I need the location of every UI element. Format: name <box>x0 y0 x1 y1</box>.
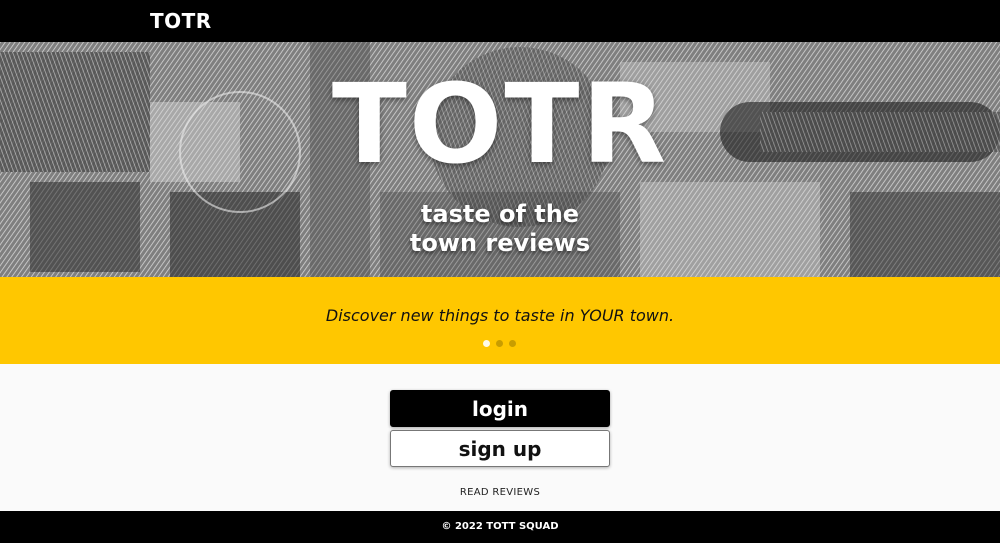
hero-subtitle-line-1: taste of the <box>420 200 580 228</box>
carousel-dot-3[interactable] <box>509 340 516 347</box>
carousel-indicators <box>483 340 516 347</box>
sign-up-button[interactable]: sign up <box>390 430 610 467</box>
hero-section: TOTR taste of the town reviews <box>0 42 1000 277</box>
read-reviews-link[interactable]: READ REVIEWS <box>0 487 1000 498</box>
carousel-dot-2[interactable] <box>496 340 503 347</box>
auth-actions: login sign up READ REVIEWS <box>0 364 1000 511</box>
carousel-tagline: Discover new things to taste in YOUR tow… <box>325 306 675 325</box>
carousel-dot-1[interactable] <box>483 340 490 347</box>
hero-subtitle: taste of the town reviews <box>0 200 1000 258</box>
top-navbar: TOTR <box>0 0 1000 42</box>
hero-subtitle-line-2: town reviews <box>409 229 591 257</box>
footer: © 2022 TOTT SQUAD <box>0 511 1000 543</box>
hero-title: TOTR <box>331 60 669 188</box>
login-button[interactable]: login <box>390 390 610 427</box>
tagline-carousel: Discover new things to taste in YOUR tow… <box>0 277 1000 364</box>
footer-copyright: © 2022 TOTT SQUAD <box>441 521 559 532</box>
brand-logo-link[interactable]: TOTR <box>150 9 212 33</box>
